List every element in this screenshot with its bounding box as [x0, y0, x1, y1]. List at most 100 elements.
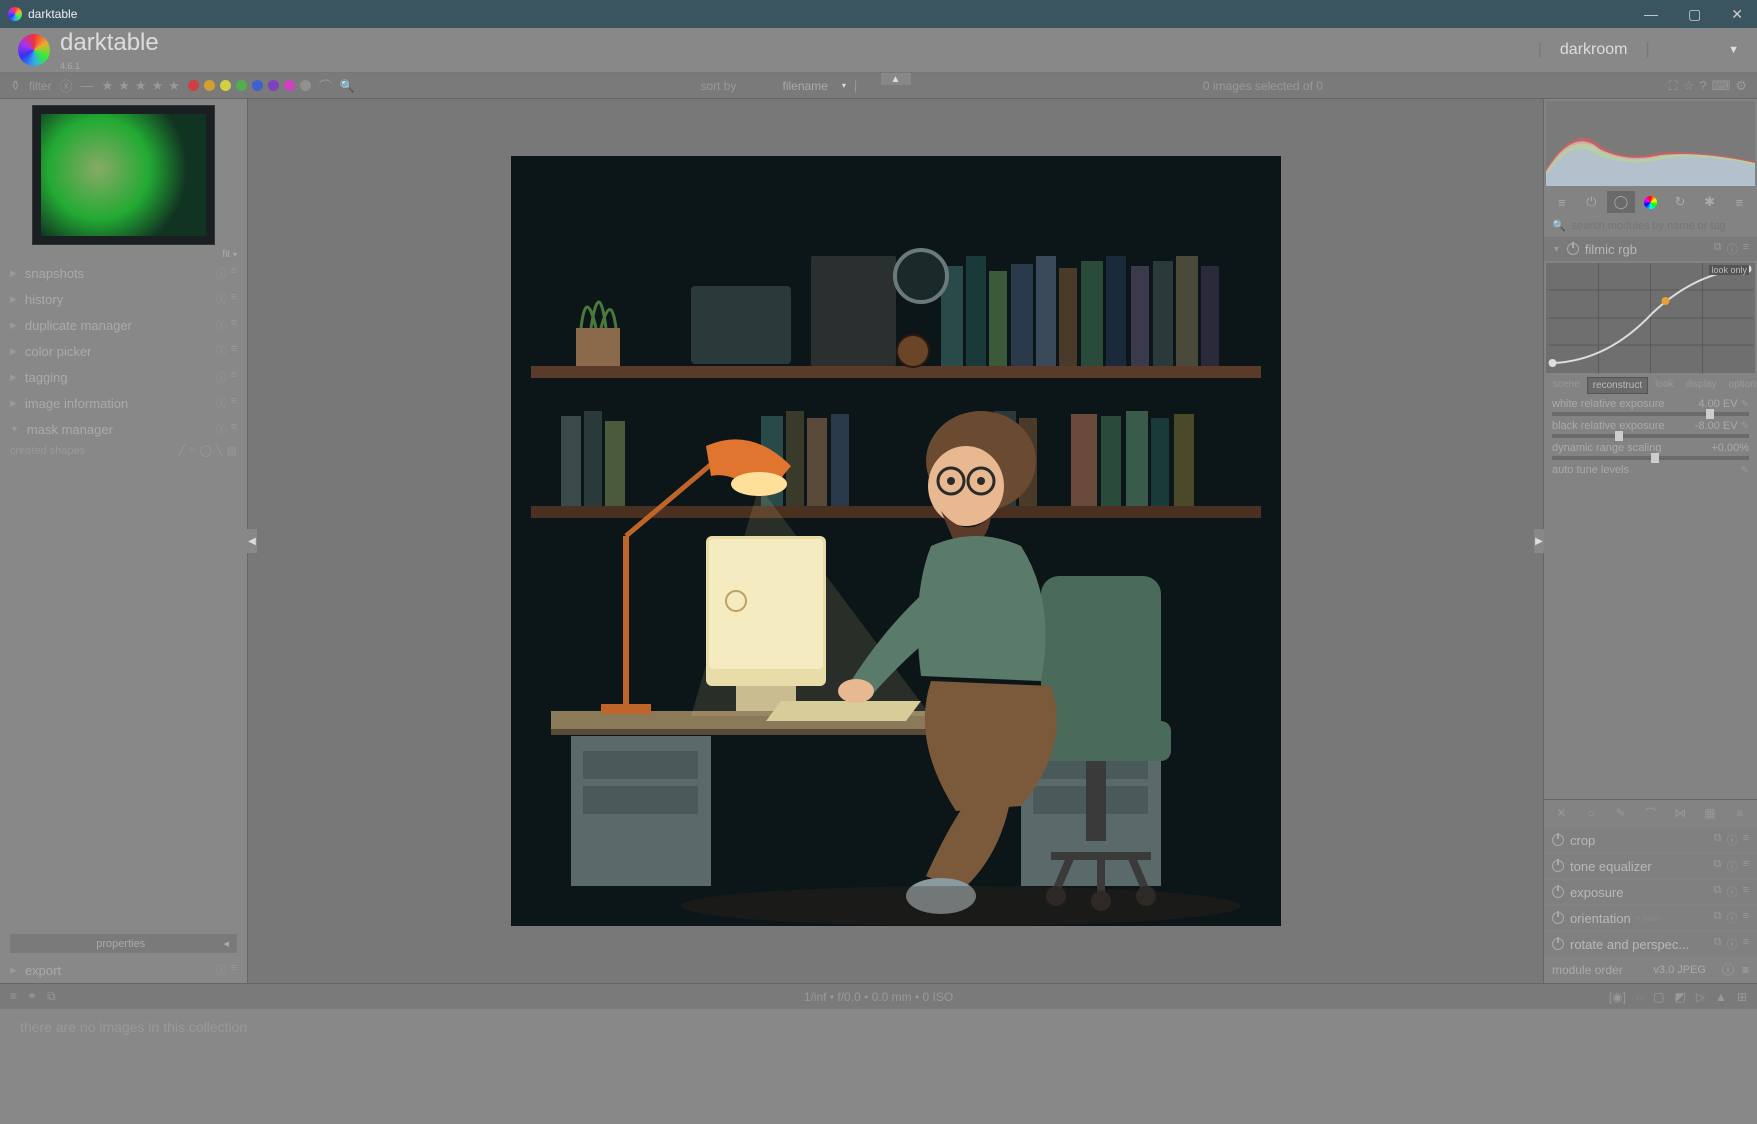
reset-icon[interactable]: ⓘ: [1727, 936, 1738, 952]
view-lighttable[interactable]: lighttable: [1456, 41, 1520, 59]
power-icon[interactable]: [1552, 834, 1564, 846]
multi-instance-icon[interactable]: ⧉: [1714, 884, 1722, 900]
panel-export[interactable]: ▶ export ⓘ≡: [0, 957, 247, 983]
filmstrip[interactable]: there are no images in this collection: [0, 1009, 1757, 1124]
brush-shape-icon[interactable]: ╱: [178, 444, 185, 457]
module-search-input[interactable]: [1572, 220, 1749, 232]
reset-icon[interactable]: ⓘ: [216, 395, 227, 411]
maximize-button[interactable]: ▢: [1682, 6, 1707, 23]
module-tone-equalizer[interactable]: tone equalizer⧉ⓘ≡: [1544, 854, 1757, 878]
panel-duplicate-manager[interactable]: ▶duplicate managerⓘ≡: [0, 312, 247, 338]
presets-icon[interactable]: ≡: [1743, 884, 1749, 900]
tab-menu[interactable]: ≡: [1725, 191, 1753, 213]
tab-effect[interactable]: ✱: [1696, 191, 1724, 213]
mask-combined-icon[interactable]: ⋈: [1667, 803, 1694, 823]
filter-toggle-icon[interactable]: ⚱: [10, 78, 21, 94]
filmic-tab-look[interactable]: look: [1650, 377, 1678, 394]
mask-menu-icon[interactable]: ≡: [1726, 803, 1753, 823]
history-filter-icon[interactable]: ⌒: [319, 76, 332, 95]
filmic-tab-reconstruct[interactable]: reconstruct: [1587, 377, 1648, 394]
tab-quick-access[interactable]: ≡: [1548, 191, 1576, 213]
presets-icon[interactable]: ≡: [231, 962, 237, 978]
presets-icon[interactable]: ≡: [1743, 858, 1749, 874]
module-exposure[interactable]: exposure⧉ⓘ≡: [1544, 880, 1757, 904]
color-picker-icon[interactable]: ✎: [1741, 399, 1749, 410]
panel-mask-manager[interactable]: ▼mask managerⓘ≡: [0, 416, 247, 442]
module-filmic-rgb[interactable]: ▼ filmic rgb ⧉ ⓘ ≡: [1544, 237, 1757, 261]
image-canvas[interactable]: ▲ ◀ ▶: [248, 99, 1543, 983]
reset-icon[interactable]: ⓘ: [216, 343, 227, 359]
filmic-curve[interactable]: look only: [1546, 263, 1755, 373]
tab-base[interactable]: ◯: [1607, 191, 1635, 213]
color-label-filter[interactable]: [188, 80, 311, 91]
mask-raster-icon[interactable]: ▦: [1697, 803, 1724, 823]
presets-icon[interactable]: ≡: [1743, 832, 1749, 848]
module-orientation[interactable]: orientation• auto⧉ⓘ≡: [1544, 906, 1757, 930]
presets-icon[interactable]: ≡: [231, 343, 237, 359]
path-shape-icon[interactable]: ╲: [216, 444, 223, 457]
color-picker-icon[interactable]: ✎: [1741, 421, 1749, 432]
contrast-icon[interactable]: ◩: [1674, 990, 1685, 1004]
navigation-thumbnail[interactable]: [32, 105, 215, 245]
gradient-shape-icon[interactable]: ▤: [227, 444, 237, 457]
presets-icon[interactable]: ≡: [1743, 241, 1749, 257]
reset-icon[interactable]: ⓘ: [216, 369, 227, 385]
panel-collapse-right[interactable]: ▶: [1534, 529, 1544, 553]
styles-icon[interactable]: ⚭: [27, 989, 37, 1004]
help-icon[interactable]: ?: [1699, 78, 1706, 93]
slider-black-relative-exposure[interactable]: black relative exposure-8.00 EV ✎: [1544, 418, 1757, 440]
presets-icon[interactable]: ≡: [231, 395, 237, 411]
color-swatch[interactable]: [268, 80, 279, 91]
reset-icon[interactable]: ⓘ: [216, 317, 227, 333]
clipping-icon[interactable]: ▷: [1696, 990, 1705, 1004]
zoom-fit[interactable]: fit: [222, 249, 230, 260]
panel-image-information[interactable]: ▶image informationⓘ≡: [0, 390, 247, 416]
power-icon[interactable]: [1552, 886, 1564, 898]
histogram[interactable]: [1546, 101, 1755, 186]
guides-icon[interactable]: ⊞: [1737, 990, 1747, 1004]
color-swatch[interactable]: [188, 80, 199, 91]
clear-filter-icon[interactable]: ⓧ: [60, 76, 73, 95]
quick-presets-icon[interactable]: ≡: [10, 989, 17, 1004]
module-crop[interactable]: crop⧉ⓘ≡: [1544, 828, 1757, 852]
presets-icon[interactable]: ≡: [231, 421, 237, 437]
multi-instance-icon[interactable]: ⧉: [1714, 241, 1722, 257]
sort-direction-icon[interactable]: |: [854, 78, 857, 93]
presets-icon[interactable]: ≡: [1743, 910, 1749, 926]
panel-history[interactable]: ▶historyⓘ≡: [0, 286, 247, 312]
reset-icon[interactable]: ⓘ: [216, 291, 227, 307]
color-picker-icon[interactable]: ✎: [1741, 465, 1749, 476]
presets-icon[interactable]: ≡: [231, 369, 237, 385]
filmic-tab-options[interactable]: options: [1724, 377, 1757, 394]
reset-icon[interactable]: ⓘ: [1727, 832, 1738, 848]
mask-parametric-icon[interactable]: ⌒: [1637, 803, 1664, 823]
properties-header[interactable]: properties ◂: [10, 934, 237, 953]
reset-icon[interactable]: ⓘ: [1727, 858, 1738, 874]
reset-icon[interactable]: ⓘ: [1727, 884, 1738, 900]
view-darkroom[interactable]: darkroom: [1560, 41, 1628, 59]
panel-color-picker[interactable]: ▶color pickerⓘ≡: [0, 338, 247, 364]
mask-uniform-icon[interactable]: ○: [1578, 803, 1605, 823]
sort-field[interactable]: filename: [782, 79, 827, 93]
tab-correct[interactable]: ↻: [1666, 191, 1694, 213]
mask-off-icon[interactable]: ✕: [1548, 803, 1575, 823]
circle-shape-icon[interactable]: ○: [189, 444, 196, 457]
view-other[interactable]: other: [1668, 41, 1704, 59]
power-icon[interactable]: [1552, 860, 1564, 872]
multi-instance-icon[interactable]: ⧉: [1714, 910, 1722, 926]
reset-icon[interactable]: ⓘ: [1727, 241, 1738, 257]
mask-drawn-icon[interactable]: ✎: [1607, 803, 1634, 823]
presets-icon[interactable]: ≡: [1743, 936, 1749, 952]
multi-instance-icon[interactable]: ⧉: [1714, 936, 1722, 952]
gamut-icon[interactable]: ▲: [1715, 990, 1727, 1004]
rating-filter[interactable]: ★★★★★: [102, 78, 180, 94]
slider-auto-tune-levels[interactable]: auto tune levels ✎: [1544, 462, 1757, 478]
multi-instance-icon[interactable]: ⧉: [1714, 858, 1722, 874]
star-icon[interactable]: ☆: [1683, 78, 1695, 94]
color-swatch[interactable]: [236, 80, 247, 91]
second-window-icon[interactable]: ⧉: [47, 989, 56, 1004]
color-swatch[interactable]: [220, 80, 231, 91]
collapse-icon[interactable]: ⛶: [1669, 78, 1678, 94]
search-icon[interactable]: 🔍: [340, 79, 355, 93]
ellipse-shape-icon[interactable]: ◯: [200, 444, 212, 457]
